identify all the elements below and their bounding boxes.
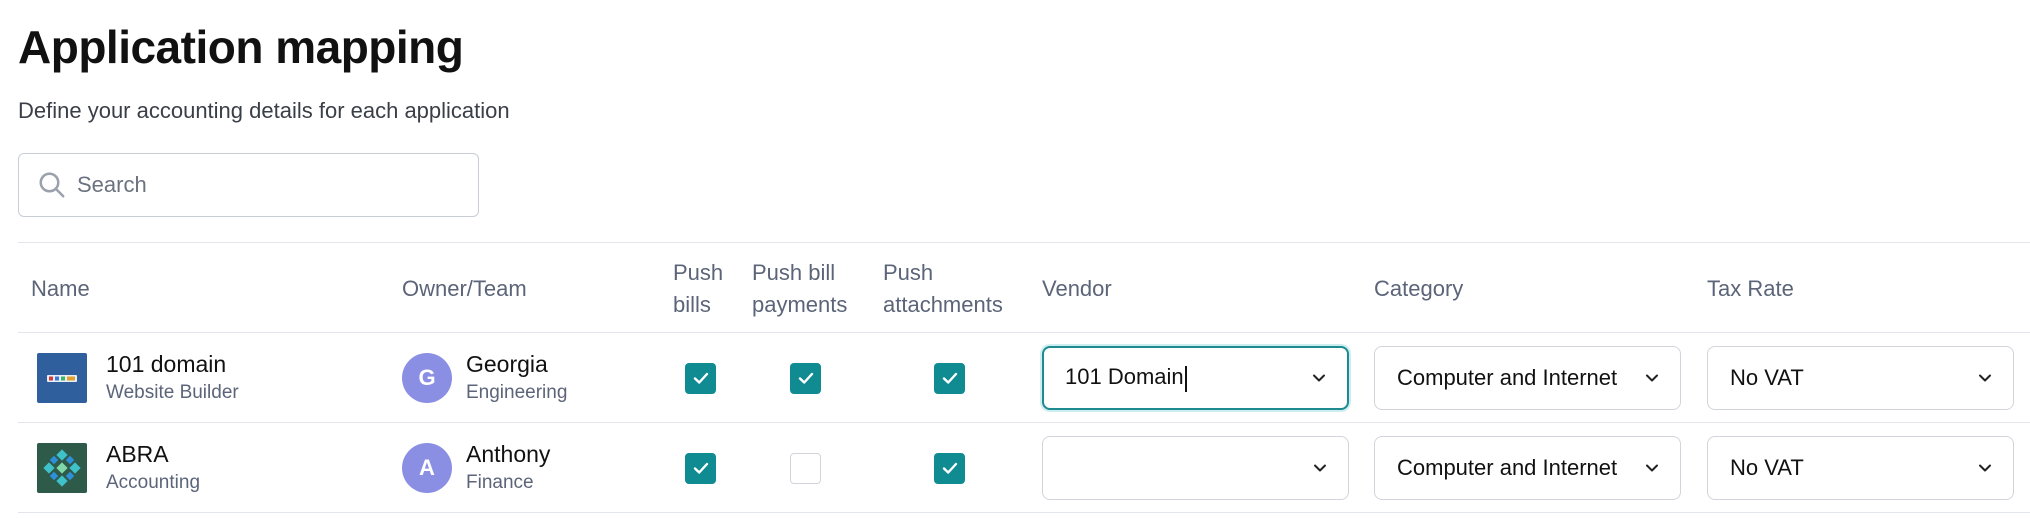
vendor-value: 101 Domain bbox=[1065, 364, 1184, 390]
check-icon bbox=[798, 372, 813, 384]
search-icon bbox=[39, 172, 65, 198]
chevron-down-icon bbox=[1979, 464, 1991, 472]
push-attachments-cell bbox=[934, 333, 965, 423]
owner-team: Finance bbox=[466, 472, 534, 493]
push-bill-payments-cell bbox=[790, 333, 821, 423]
category-cell: Computer and Internet bbox=[1374, 333, 1681, 423]
push-bills-checkbox[interactable] bbox=[685, 452, 716, 484]
vendor-cell: 101 Domain bbox=[1042, 333, 1349, 423]
table-header: Name Owner/Team Push bills Push bill payme… bbox=[18, 242, 2030, 333]
tax-rate-value: No VAT bbox=[1730, 455, 1804, 480]
app-cell[interactable]: ABRA Accounting bbox=[37, 423, 200, 513]
check-icon bbox=[693, 462, 708, 474]
101domain-logo-icon bbox=[37, 353, 87, 403]
app-name: ABRA bbox=[106, 441, 169, 467]
search-input[interactable] bbox=[77, 172, 457, 198]
app-name-block: ABRA Accounting bbox=[106, 439, 200, 497]
app-cell[interactable]: 101 domain Website Builder bbox=[37, 333, 239, 423]
abra-logo-icon bbox=[37, 443, 87, 493]
column-header-name: Name bbox=[31, 275, 90, 301]
owner-name-block: Georgia Engineering bbox=[466, 349, 567, 407]
owner-cell: A Anthony Finance bbox=[402, 423, 550, 513]
tax-rate-cell: No VAT bbox=[1707, 333, 2014, 423]
search-box[interactable] bbox=[18, 153, 479, 217]
tax-rate-select[interactable]: No VAT bbox=[1707, 346, 2014, 410]
chevron-down-icon bbox=[1979, 374, 1991, 382]
column-header-vendor: Vendor bbox=[1042, 275, 1112, 301]
column-header-push-attachments: Push attachments bbox=[883, 259, 1003, 317]
application-mapping-page: Application mapping Define your accounti… bbox=[0, 0, 2030, 518]
push-bills-cell bbox=[685, 423, 716, 513]
check-icon bbox=[942, 462, 957, 474]
vendor-cell bbox=[1042, 423, 1349, 513]
tax-rate-select[interactable]: No VAT bbox=[1707, 436, 2014, 500]
check-icon bbox=[693, 372, 708, 384]
tax-rate-cell: No VAT bbox=[1707, 423, 2014, 513]
owner-name-block: Anthony Finance bbox=[466, 439, 550, 497]
vendor-select[interactable]: 101 Domain bbox=[1042, 346, 1349, 410]
column-header-tax-rate: Tax Rate bbox=[1707, 275, 1794, 301]
push-bill-payments-checkbox[interactable] bbox=[790, 362, 821, 394]
table-row: ABRA Accounting A Anthony Finance Comput… bbox=[18, 423, 2030, 513]
app-type: Accounting bbox=[106, 472, 201, 493]
category-select[interactable]: Computer and Internet bbox=[1374, 436, 1681, 500]
avatar: G bbox=[402, 353, 452, 403]
push-attachments-checkbox[interactable] bbox=[934, 452, 965, 484]
page-subtitle: Define your accounting details for each … bbox=[18, 98, 510, 123]
avatar: A bbox=[402, 443, 452, 493]
page-title: Application mapping bbox=[18, 21, 464, 73]
app-type: Website Builder bbox=[106, 382, 239, 403]
text-caret bbox=[1184, 365, 1187, 392]
check-icon bbox=[942, 372, 957, 384]
tax-rate-value: No VAT bbox=[1730, 365, 1804, 390]
column-header-owner: Owner/Team bbox=[402, 275, 527, 301]
category-value: Computer and Internet bbox=[1397, 455, 1618, 480]
owner-name: Georgia bbox=[466, 351, 548, 377]
chevron-down-icon bbox=[1646, 464, 1658, 472]
push-bills-cell bbox=[685, 333, 716, 423]
chevron-down-icon bbox=[1314, 464, 1326, 472]
category-cell: Computer and Internet bbox=[1374, 423, 1681, 513]
push-attachments-cell bbox=[934, 423, 965, 513]
chevron-down-icon bbox=[1646, 374, 1658, 382]
chevron-down-icon bbox=[1313, 374, 1325, 382]
push-attachments-checkbox[interactable] bbox=[934, 362, 965, 394]
app-name-block: 101 domain Website Builder bbox=[106, 349, 239, 407]
vendor-select[interactable] bbox=[1042, 436, 1349, 500]
push-bill-payments-checkbox[interactable] bbox=[790, 452, 821, 484]
column-header-push-bills: Push bills bbox=[673, 259, 724, 317]
category-select[interactable]: Computer and Internet bbox=[1374, 346, 1681, 410]
column-header-push-bill-payments: Push bill payments bbox=[752, 259, 848, 317]
category-value: Computer and Internet bbox=[1397, 365, 1618, 390]
app-name: 101 domain bbox=[106, 351, 227, 377]
push-bills-checkbox[interactable] bbox=[685, 362, 716, 394]
owner-cell: G Georgia Engineering bbox=[402, 333, 567, 423]
owner-team: Engineering bbox=[466, 382, 568, 403]
push-bill-payments-cell bbox=[790, 423, 821, 513]
table-row: 101 domain Website Builder G Georgia Eng… bbox=[18, 333, 2030, 423]
applications-table: Name Owner/Team Push bills Push bill payme… bbox=[18, 242, 2030, 513]
column-header-category: Category bbox=[1374, 275, 1464, 301]
owner-name: Anthony bbox=[466, 441, 551, 467]
